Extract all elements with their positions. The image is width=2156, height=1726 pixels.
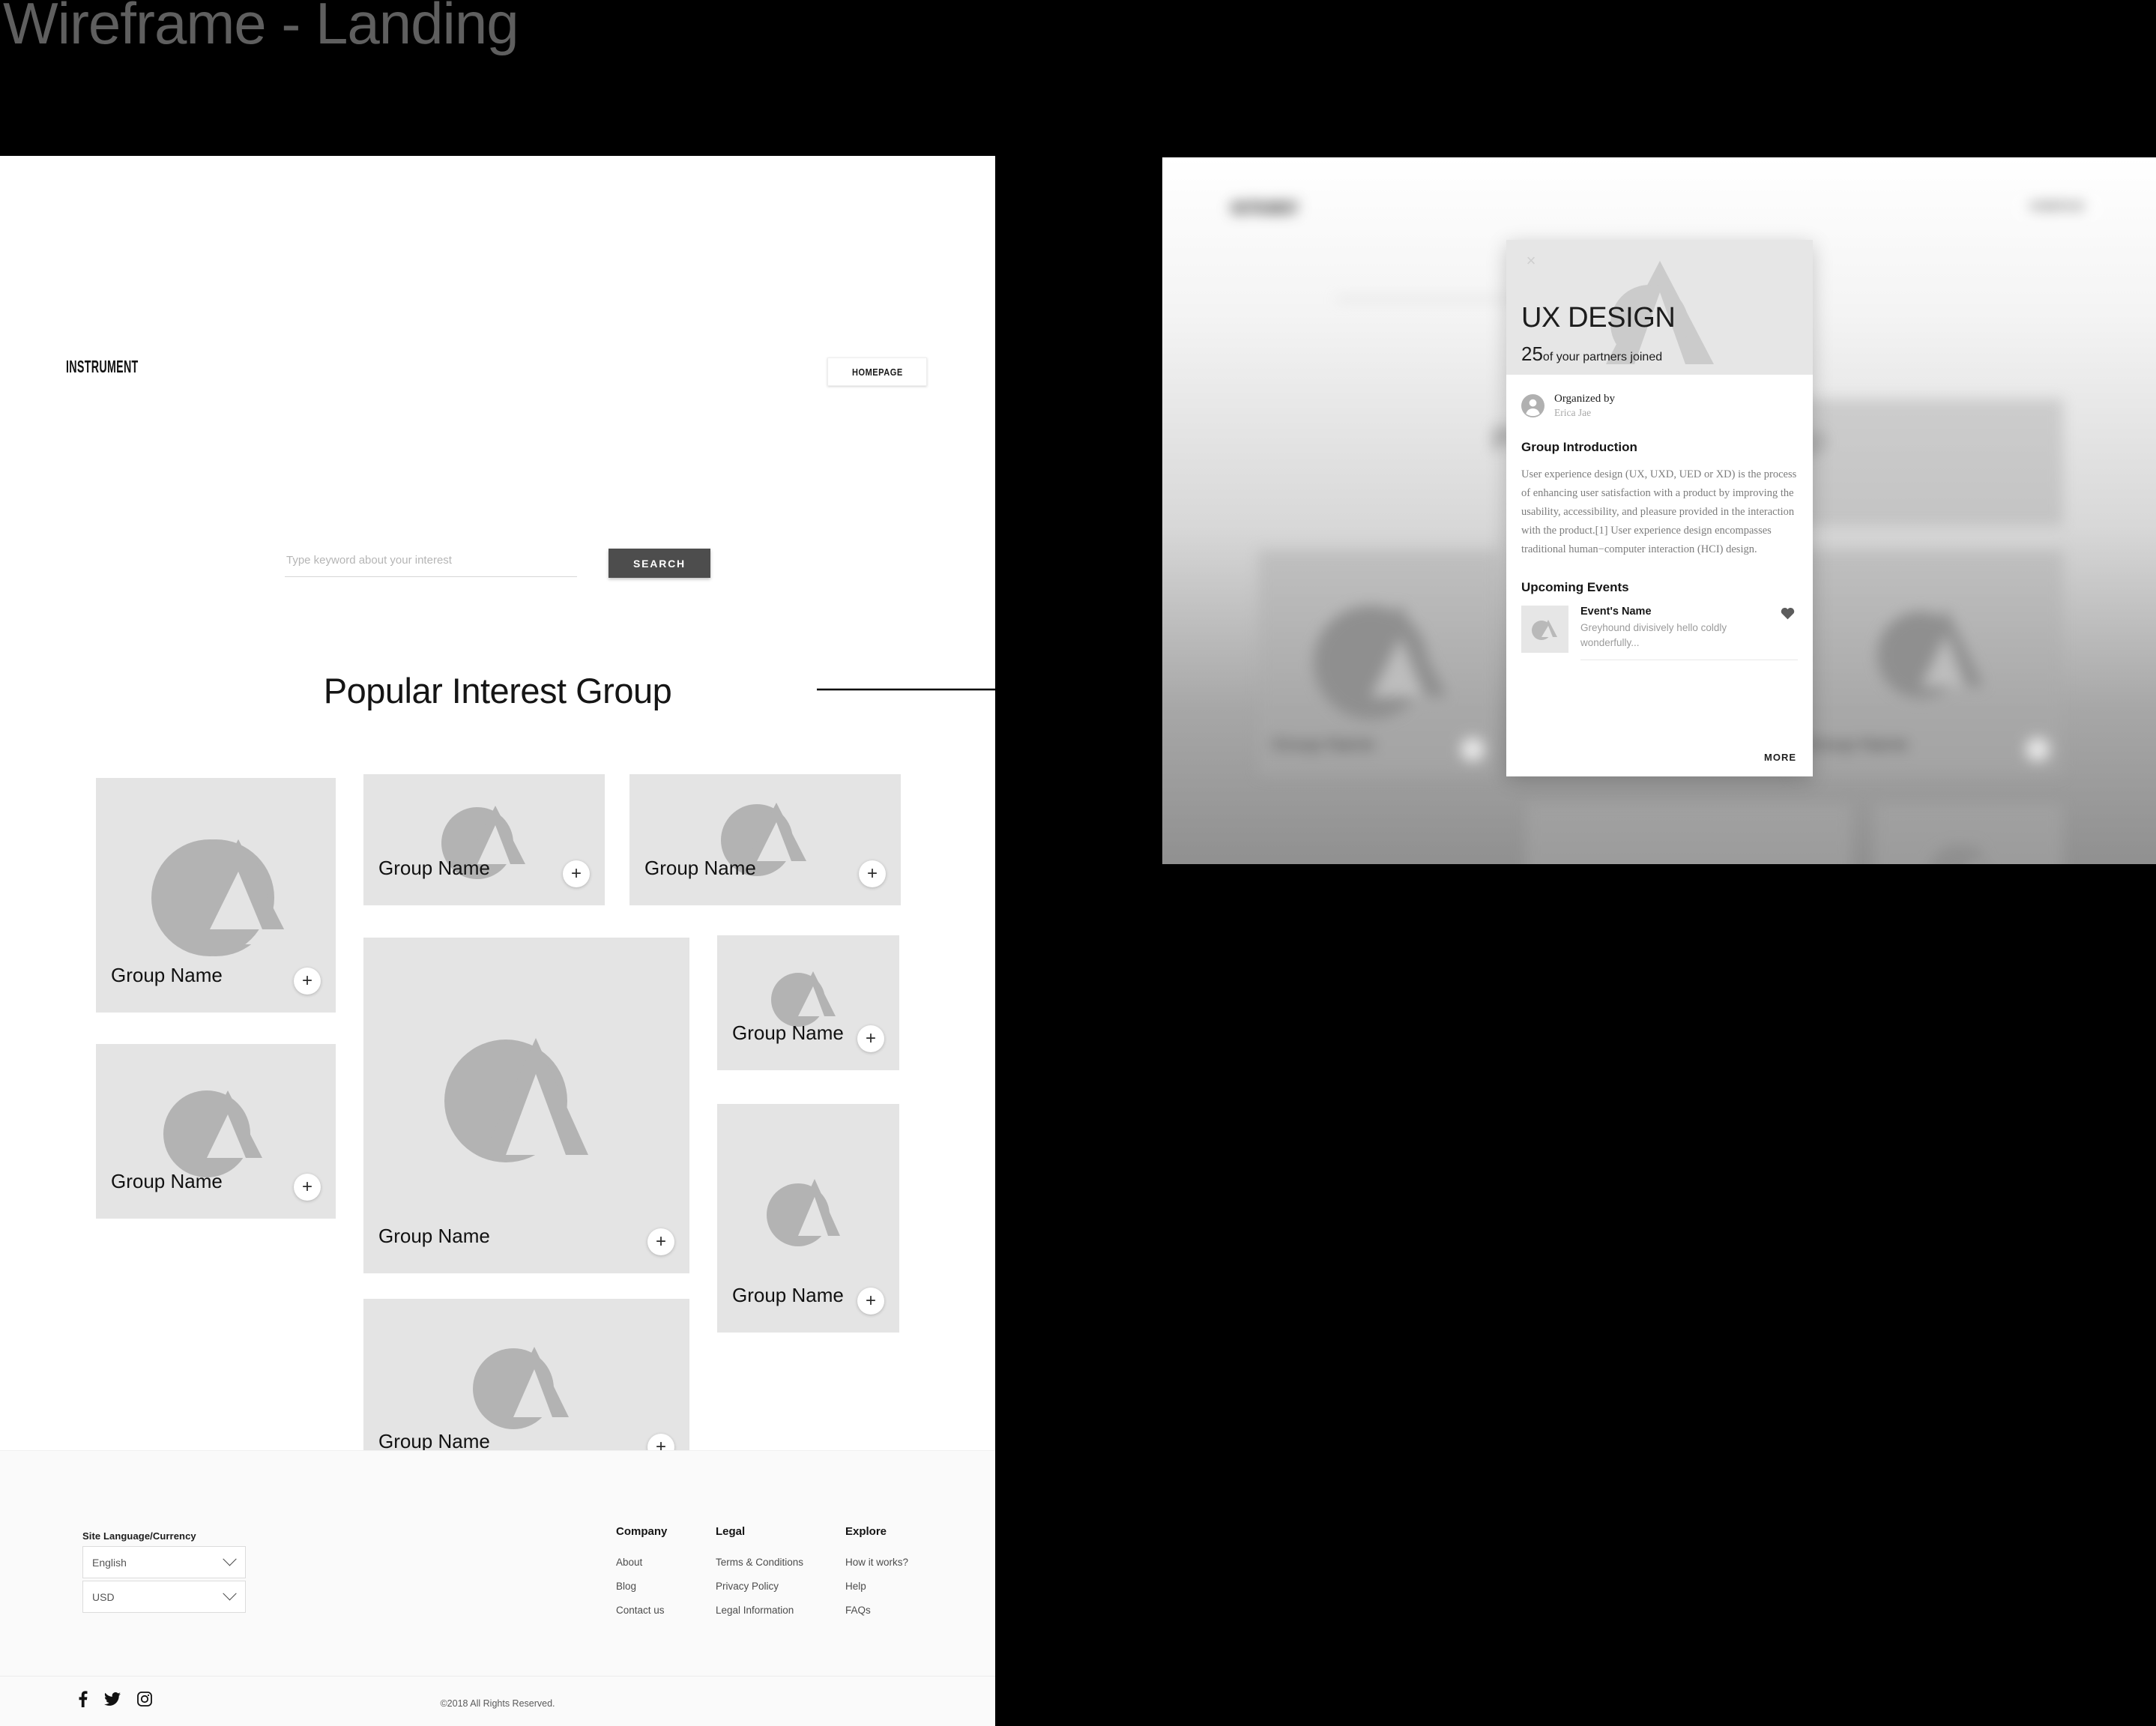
- group-card-label: Group Name: [111, 964, 223, 986]
- language-select-value: English: [92, 1556, 127, 1569]
- search-row: SEARCH: [285, 549, 710, 578]
- footer-column-heading: Legal: [716, 1525, 746, 1538]
- search-input[interactable]: [285, 549, 577, 577]
- organizer-text: Organized by Erica Jae: [1554, 393, 1615, 419]
- board-title: Wireframe - Landing: [3, 0, 519, 56]
- group-card-label: Group Name: [378, 1225, 490, 1247]
- footer-link[interactable]: Terms & Conditions: [716, 1557, 803, 1568]
- add-group-button[interactable]: +: [294, 968, 321, 995]
- group-thumbnail-icon: [1930, 842, 1987, 864]
- group-thumbnail-icon: [721, 803, 806, 876]
- footer-divider: [0, 1676, 995, 1677]
- group-introduction-heading: Group Introduction: [1521, 440, 1637, 454]
- joined-count-number: 25: [1521, 343, 1543, 365]
- blurred-group-card-label: Group Name: [1805, 734, 1909, 755]
- footer-link[interactable]: FAQs: [845, 1605, 908, 1616]
- blurred-group-card: [1526, 803, 1852, 864]
- add-group-button[interactable]: +: [859, 860, 886, 887]
- modal-joined-count: 25of your partners joined: [1521, 343, 1662, 366]
- modal-body: Organized by Erica Jae Group Introductio…: [1506, 375, 1813, 660]
- event-thumbnail: [1521, 606, 1568, 654]
- modal-title: UX DESIGN: [1521, 302, 1676, 334]
- avatar-icon: [1521, 394, 1544, 417]
- language-select[interactable]: English: [82, 1546, 246, 1578]
- close-icon[interactable]: ×: [1523, 253, 1539, 270]
- footer-link[interactable]: Legal Information: [716, 1605, 803, 1616]
- footer-column-legal: Legal Terms & Conditions Privacy Policy …: [716, 1525, 803, 1629]
- footer-column-heading: Company: [616, 1525, 668, 1538]
- group-card[interactable]: Group Name +: [363, 938, 689, 1273]
- events-list: Event's Name Greyhound divisively hello …: [1521, 606, 1798, 660]
- modal-state-artboard: INSTRUMENT HOMEPAGE Popular Interest Gro…: [1162, 157, 2156, 864]
- currency-select-value: USD: [92, 1590, 115, 1603]
- homepage-button[interactable]: HOMEPAGE: [827, 357, 927, 386]
- group-card[interactable]: Group Name +: [629, 774, 901, 905]
- search-button[interactable]: SEARCH: [609, 549, 710, 578]
- more-link[interactable]: MORE: [1764, 752, 1796, 763]
- footer-column-company: Company About Blog Contact us: [616, 1525, 667, 1629]
- currency-select[interactable]: USD: [82, 1581, 246, 1613]
- language-currency-label: Site Language/Currency: [82, 1530, 196, 1542]
- chevron-down-icon: [223, 1552, 237, 1566]
- landing-page-artboard: INSTRUMENT HOMEPAGE SEARCH Popular Inter…: [0, 156, 995, 1726]
- upcoming-events-heading: Upcoming Events: [1521, 580, 1629, 595]
- blurred-add-button: [2026, 737, 2050, 761]
- group-card-label: Group Name: [378, 857, 490, 879]
- event-list-item[interactable]: Event's Name Greyhound divisively hello …: [1521, 606, 1798, 660]
- group-introduction-body: User experience design (UX, UXD, UED or …: [1521, 468, 1797, 556]
- footer-link[interactable]: Contact us: [616, 1605, 667, 1616]
- add-group-button[interactable]: +: [294, 1174, 321, 1201]
- footer-link[interactable]: How it works?: [845, 1557, 908, 1568]
- event-description: Greyhound divisively hello coldly wonder…: [1580, 622, 1727, 648]
- page-title: Popular Interest Group: [323, 671, 672, 710]
- heart-icon[interactable]: [1781, 607, 1795, 620]
- group-card[interactable]: Group Name +: [96, 1044, 336, 1219]
- add-group-button[interactable]: +: [647, 1228, 674, 1255]
- footer-column-heading: Explore: [845, 1525, 887, 1538]
- site-header: [0, 156, 995, 238]
- group-detail-modal[interactable]: × UX DESIGN 25of your partners joined Or…: [1506, 240, 1813, 776]
- copyright-text: ©2018 All Rights Reserved.: [440, 1698, 555, 1709]
- blurred-homepage-button: HOMEPAGE: [2012, 193, 2102, 219]
- add-group-button[interactable]: +: [857, 1288, 884, 1315]
- group-thumbnail-icon: [1532, 620, 1557, 641]
- group-card[interactable]: Group Name +: [363, 774, 605, 905]
- group-card-label: Group Name: [644, 857, 756, 879]
- organizer-name: Erica Jae: [1554, 407, 1592, 418]
- organizer-row: Organized by Erica Jae: [1521, 393, 1798, 419]
- footer-link[interactable]: Blog: [616, 1581, 667, 1592]
- blurred-group-card-label: Group Name: [1272, 734, 1375, 755]
- event-title: Event's Name: [1580, 606, 1652, 618]
- blurred-group-card: [1874, 803, 2063, 864]
- add-group-button[interactable]: +: [563, 860, 590, 887]
- footer-link[interactable]: Help: [845, 1581, 908, 1592]
- blurred-group-card: [1792, 399, 2063, 526]
- group-card-label: Group Name: [111, 1170, 223, 1192]
- footer-link[interactable]: Privacy Policy: [716, 1581, 803, 1592]
- group-card-label: Group Name: [732, 1022, 844, 1044]
- modal-hero: × UX DESIGN 25of your partners joined: [1506, 240, 1813, 375]
- joined-count-suffix: of your partners joined: [1542, 351, 1663, 363]
- event-info: Event's Name Greyhound divisively hello …: [1580, 606, 1798, 660]
- canvas: Wireframe - Landing INSTRUMENT HOMEPAGE …: [0, 0, 2156, 1726]
- blurred-group-card: Group Name: [1792, 550, 2063, 775]
- group-thumbnail-icon: [441, 806, 525, 879]
- footer-column-explore: Explore How it works? Help FAQs: [845, 1525, 908, 1629]
- group-card-label: Group Name: [732, 1284, 844, 1306]
- group-thumbnail-icon: [444, 1038, 588, 1162]
- homepage-button-label: HOMEPAGE: [851, 366, 903, 378]
- organized-by-label: Organized by: [1554, 393, 1615, 405]
- site-logo: INSTRUMENT: [66, 357, 139, 376]
- group-card[interactable]: Group Name +: [717, 1104, 899, 1333]
- blurred-site-logo: INSTRUMENT: [1231, 199, 1299, 217]
- chevron-down-icon: [223, 1587, 237, 1601]
- group-card[interactable]: Group Name +: [96, 778, 336, 1013]
- footer-link[interactable]: About: [616, 1557, 667, 1568]
- site-footer: Site Language/Currency English USD Compa…: [0, 1450, 995, 1726]
- add-group-button[interactable]: +: [857, 1025, 884, 1052]
- blurred-group-card: Group Name: [1258, 550, 1498, 775]
- group-card[interactable]: Group Name +: [717, 935, 899, 1070]
- blurred-add-button: [1461, 737, 1485, 761]
